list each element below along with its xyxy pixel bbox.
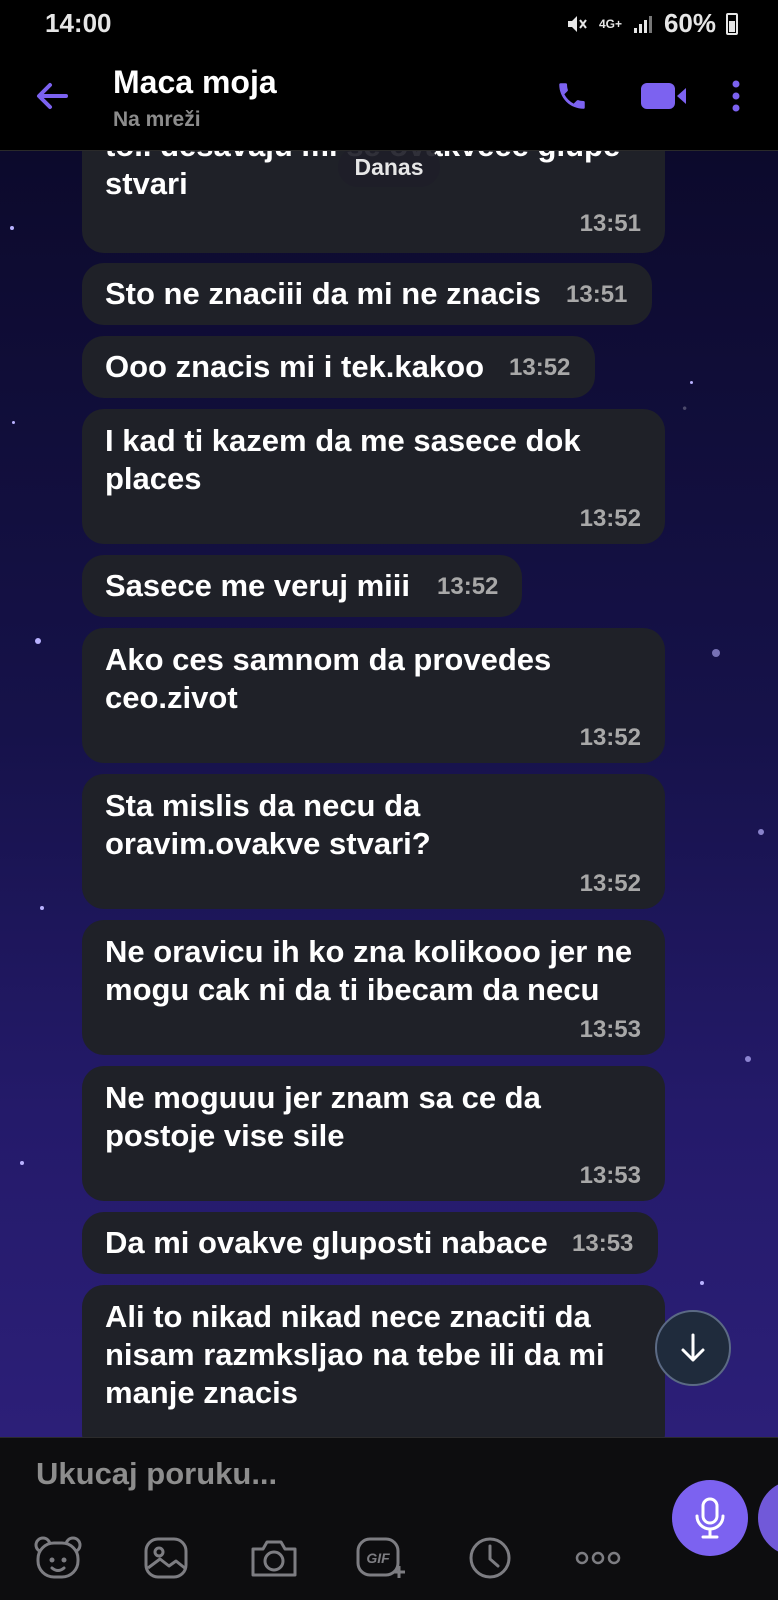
message-text: Sto ne znaciii da mi ne znacis — [105, 276, 541, 311]
message-time: 13:52 — [437, 573, 499, 600]
message-text: Ne oravicu ih ko zna kolikooo jer ne — [105, 934, 633, 969]
message-text: Sta mislis da necu da — [105, 788, 421, 823]
more-tools-button[interactable] — [570, 1530, 626, 1586]
video-call-button[interactable] — [636, 74, 692, 118]
gif-button[interactable]: GIF — [354, 1530, 410, 1586]
more-horizontal-icon — [575, 1551, 621, 1565]
background-star — [12, 421, 15, 424]
message-text: mogu cak ni da ti ibecam da necu — [105, 972, 600, 1007]
chat-header: Maca moja Na mreži — [0, 46, 778, 151]
message-time: 13:53 — [572, 1230, 634, 1257]
message-time: 13:53 — [579, 1016, 641, 1043]
background-star — [10, 226, 14, 230]
gallery-icon — [144, 1537, 188, 1579]
message-text: ceo.zivot — [105, 680, 238, 715]
message-bubble[interactable]: Ne moguuu jer znam sa ce da postoje vise… — [82, 1066, 665, 1201]
message-text: Da mi ovakve gluposti nabace — [105, 1225, 548, 1260]
message-time: 13:52 — [509, 354, 571, 381]
message-text: oravim.ovakve stvari? — [105, 826, 431, 861]
svg-text:GIF: GIF — [366, 1550, 390, 1566]
background-star — [745, 1056, 751, 1062]
message-bubble[interactable]: Ako ces samnom da provedes ceo.zivot 13:… — [82, 628, 665, 763]
message-time: 13:52 — [579, 505, 641, 532]
message-bubble[interactable]: Ne oravicu ih ko zna kolikooo jer ne mog… — [82, 920, 665, 1055]
message-bubble[interactable]: Sasece me veruj miii 13:52 — [82, 555, 522, 617]
message-text: postoje vise sile — [105, 1118, 345, 1153]
message-text: manje znacis — [105, 1375, 298, 1410]
message-bubble[interactable]: Sta mislis da necu da oravim.ovakve stva… — [82, 774, 665, 909]
sticker-button[interactable] — [30, 1530, 86, 1586]
gallery-button[interactable] — [138, 1530, 194, 1586]
clock-icon — [469, 1537, 511, 1579]
background-star — [35, 638, 41, 644]
voice-message-button[interactable] — [672, 1480, 748, 1556]
message-bubble[interactable]: Da mi ovakve gluposti nabace 13:53 — [82, 1212, 658, 1274]
message-time: 13:51 — [579, 210, 641, 237]
camera-icon — [251, 1540, 297, 1577]
background-star — [690, 381, 693, 384]
bear-sticker-icon — [34, 1536, 82, 1579]
background-star — [700, 1281, 704, 1285]
message-input[interactable]: Ukucaj poruku... — [36, 1456, 636, 1502]
message-time: 13:52 — [579, 870, 641, 897]
mute-icon — [567, 15, 587, 32]
message-time: 13:51 — [566, 281, 628, 308]
message-text: stvari — [105, 166, 188, 201]
message-text: nisam razmksljao na tebe ili da mi — [105, 1337, 605, 1372]
status-time: 14:00 — [45, 8, 112, 38]
message-text: Ako ces samnom da provedes — [105, 642, 552, 677]
video-camera-icon — [641, 83, 686, 109]
timer-button[interactable] — [462, 1530, 518, 1586]
microphone-icon — [695, 1497, 725, 1539]
background-star — [20, 1161, 24, 1165]
contact-status: Na mreži — [113, 108, 201, 131]
message-time: 13:52 — [579, 724, 641, 751]
status-bar: 14:00 4G+ 60% — [0, 0, 778, 46]
background-star — [712, 649, 720, 657]
back-button[interactable] — [30, 74, 74, 118]
signal-icon — [633, 15, 652, 33]
camera-button[interactable] — [246, 1530, 302, 1586]
compose-bar: Ukucaj poruku... GIF — [0, 1437, 778, 1600]
network-type: 4G+ — [598, 16, 622, 31]
chat-area[interactable]: to.. desavaju mi se ovakveee glupe stvar… — [0, 151, 778, 1437]
message-time: 13:53 — [579, 1162, 641, 1189]
message-text: Sasece me veruj miii — [105, 568, 411, 603]
message-bubble[interactable]: Ali to nikad nikad nece znaciti da nisam… — [82, 1285, 665, 1437]
message-text: Ooo znacis mi i tek.kakoo — [105, 349, 485, 384]
scroll-to-bottom-button[interactable] — [655, 1310, 731, 1386]
message-bubble[interactable]: Sto ne znaciii da mi ne znacis 13:51 — [82, 263, 652, 325]
message-text: I kad ti kazem da me sasece dok — [105, 423, 581, 458]
date-separator: Danas — [338, 151, 440, 187]
contact-name[interactable]: Maca moja — [113, 64, 277, 101]
call-button[interactable] — [548, 74, 596, 118]
send-extra-button[interactable] — [758, 1480, 778, 1556]
gif-icon: GIF — [356, 1537, 405, 1578]
battery-level: 60% — [663, 8, 716, 38]
phone-icon — [559, 83, 585, 109]
message-text: Ne moguuu jer znam sa ce da — [105, 1080, 541, 1115]
background-star — [40, 906, 44, 910]
status-icons: 4G+ 60% — [565, 8, 738, 39]
message-text: Ali to nikad nikad nece znaciti da — [105, 1299, 591, 1334]
battery-icon — [726, 12, 738, 35]
more-options-button[interactable] — [716, 74, 756, 118]
background-star — [758, 829, 764, 835]
message-bubble[interactable]: I kad ti kazem da me sasece dok places 1… — [82, 409, 665, 544]
arrow-left-icon — [37, 83, 68, 109]
arrow-down-icon — [681, 1333, 705, 1362]
message-text: places — [105, 461, 202, 496]
more-vertical-icon — [732, 80, 740, 112]
message-bubble[interactable]: Ooo znacis mi i tek.kakoo 13:52 — [82, 336, 595, 398]
compose-toolbar: GIF — [30, 1530, 626, 1586]
